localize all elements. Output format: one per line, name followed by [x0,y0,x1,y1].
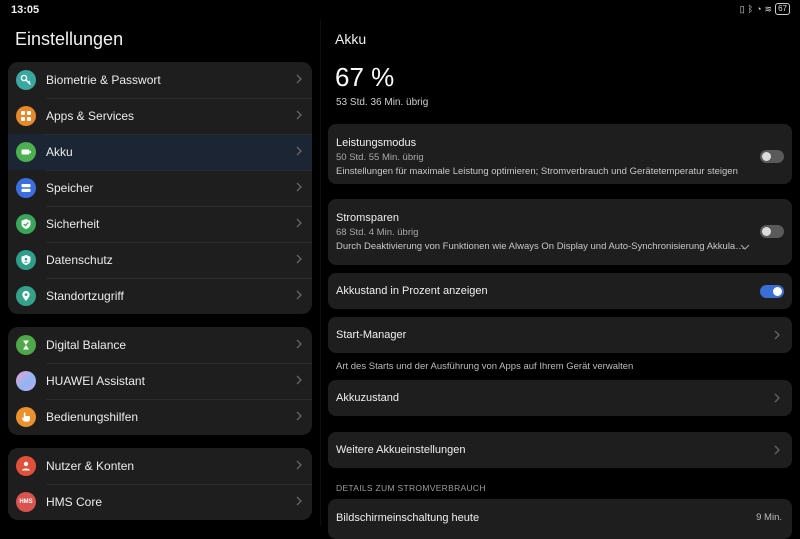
nav-item-location[interactable]: Standortzugriff [8,278,312,314]
power-saving-remaining: 68 Std. 4 Min. übrig [336,227,419,238]
nav-item-digital-balance[interactable]: Digital Balance [8,327,312,363]
chevron-right-icon [296,496,302,506]
nav-item-accessibility[interactable]: Bedienungshilfen [8,399,312,435]
bell-off-icon: ◔ [756,4,762,14]
settings-navigation: Einstellungen Biometrie & Passwort Apps … [0,20,320,526]
power-usage-section-header: DETAILS ZUM STROMVERBRAUCH [336,483,486,493]
apps-icon [16,106,36,126]
performance-mode-title: Leistungsmodus [336,137,417,149]
screen-on-today-value: 9 Min. [756,512,782,523]
user-icon [16,456,36,476]
battery-percentage: 67 % [335,62,395,92]
vibrate-icon: ▯ [739,3,745,14]
hourglass-icon [16,335,36,355]
battery-remaining-time: 53 Std. 36 Min. übrig [336,97,429,108]
nav-item-storage[interactable]: Speicher [8,170,312,206]
nav-item-biometrics[interactable]: Biometrie & Passwort [8,62,312,98]
hand-icon [16,407,36,427]
battery-detail-pane: Akku 67 % 53 Std. 36 Min. übrig Leistung… [320,20,800,539]
nav-item-label: Biometrie & Passwort [46,73,161,87]
start-manager-hint: Art des Starts und der Ausführung von Ap… [336,361,634,372]
key-icon [16,70,36,90]
show-percentage-toggle[interactable] [760,285,784,298]
settings-group-accounts: Nutzer & Konten HMS HMS Core [8,448,312,520]
start-manager-label: Start-Manager [336,329,407,341]
performance-mode-remaining: 50 Std. 55 Min. übrig [336,152,424,163]
storage-icon [16,178,36,198]
nav-item-label: HUAWEI Assistant [46,374,145,388]
settings-group-wellbeing: Digital Balance HUAWEI Assistant Bedienu… [8,327,312,435]
nav-item-label: Nutzer & Konten [46,459,135,473]
chevron-right-icon [296,110,302,120]
screen-on-today-card[interactable]: Bildschirmeinschaltung heute 9 Min. [328,499,792,539]
chevron-right-icon [774,393,780,403]
more-battery-settings-card[interactable]: Weitere Akkueinstellungen [328,432,792,468]
nav-item-label: Bedienungshilfen [46,410,139,424]
nav-item-label: Akku [46,145,73,159]
nav-item-huawei-assistant[interactable]: HUAWEI Assistant [8,363,312,399]
performance-mode-description: Einstellungen für maximale Leistung opti… [336,166,738,177]
show-percentage-card[interactable]: Akkustand in Prozent anzeigen [328,273,792,309]
settings-group-system: Biometrie & Passwort Apps & Services Akk… [8,62,312,314]
nav-item-apps[interactable]: Apps & Services [8,98,312,134]
nav-item-label: Apps & Services [46,109,135,123]
chevron-right-icon [774,445,780,455]
assistant-icon [16,371,36,391]
chevron-right-icon [296,254,302,264]
wifi-icon: ≋ [764,3,773,14]
chevron-down-icon[interactable] [740,243,750,251]
chevron-right-icon [296,74,302,84]
bluetooth-icon: ᛒ [747,4,754,14]
shield-check-icon [16,214,36,234]
settings-title: Einstellungen [15,29,124,49]
power-saving-card[interactable]: Stromsparen 68 Std. 4 Min. übrig Durch D… [328,199,792,265]
power-saving-toggle[interactable] [760,225,784,238]
privacy-shield-icon [16,250,36,270]
screen-on-today-label: Bildschirmeinschaltung heute [336,512,480,524]
nav-item-privacy[interactable]: Datenschutz [8,242,312,278]
performance-mode-toggle[interactable] [760,150,784,163]
page-title: Akku [335,31,367,47]
show-percentage-label: Akkustand in Prozent anzeigen [336,285,488,297]
nav-item-label: Speicher [46,181,94,195]
chevron-right-icon [296,290,302,300]
start-manager-card[interactable]: Start-Manager [328,317,792,353]
chevron-right-icon [296,182,302,192]
power-saving-description: Durch Deaktivierung von Funktionen wie A… [336,241,745,252]
status-bar: 13:05 ▯ ᛒ ◔ ≋ 67 [0,0,800,20]
chevron-right-icon [774,330,780,340]
nav-item-battery[interactable]: Akku [8,134,312,170]
nav-item-hms-core[interactable]: HMS HMS Core [8,484,312,520]
nav-item-security[interactable]: Sicherheit [8,206,312,242]
chevron-right-icon [296,460,302,470]
chevron-right-icon [296,375,302,385]
nav-item-label: Sicherheit [46,217,100,231]
chevron-right-icon [296,146,302,156]
battery-icon [16,142,36,162]
hms-icon: HMS [16,492,36,512]
chevron-right-icon [296,218,302,228]
nav-item-label: Digital Balance [46,338,127,352]
power-saving-title: Stromsparen [336,212,399,224]
nav-item-users-accounts[interactable]: Nutzer & Konten [8,448,312,484]
chevron-right-icon [296,339,302,349]
performance-mode-card[interactable]: Leistungsmodus 50 Std. 55 Min. übrig Ein… [328,124,792,184]
battery-health-label: Akkuzustand [336,392,399,404]
status-icons: ▯ ᛒ ◔ ≋ 67 [740,3,790,15]
nav-item-label: Datenschutz [46,253,113,267]
more-battery-settings-label: Weitere Akkueinstellungen [336,444,466,456]
nav-item-label: Standortzugriff [46,289,124,303]
battery-status-icon: 67 [775,3,790,15]
location-pin-icon [16,286,36,306]
battery-health-card[interactable]: Akkuzustand [328,380,792,416]
chevron-right-icon [296,411,302,421]
nav-item-label: HMS Core [46,495,103,509]
status-time: 13:05 [11,4,40,16]
